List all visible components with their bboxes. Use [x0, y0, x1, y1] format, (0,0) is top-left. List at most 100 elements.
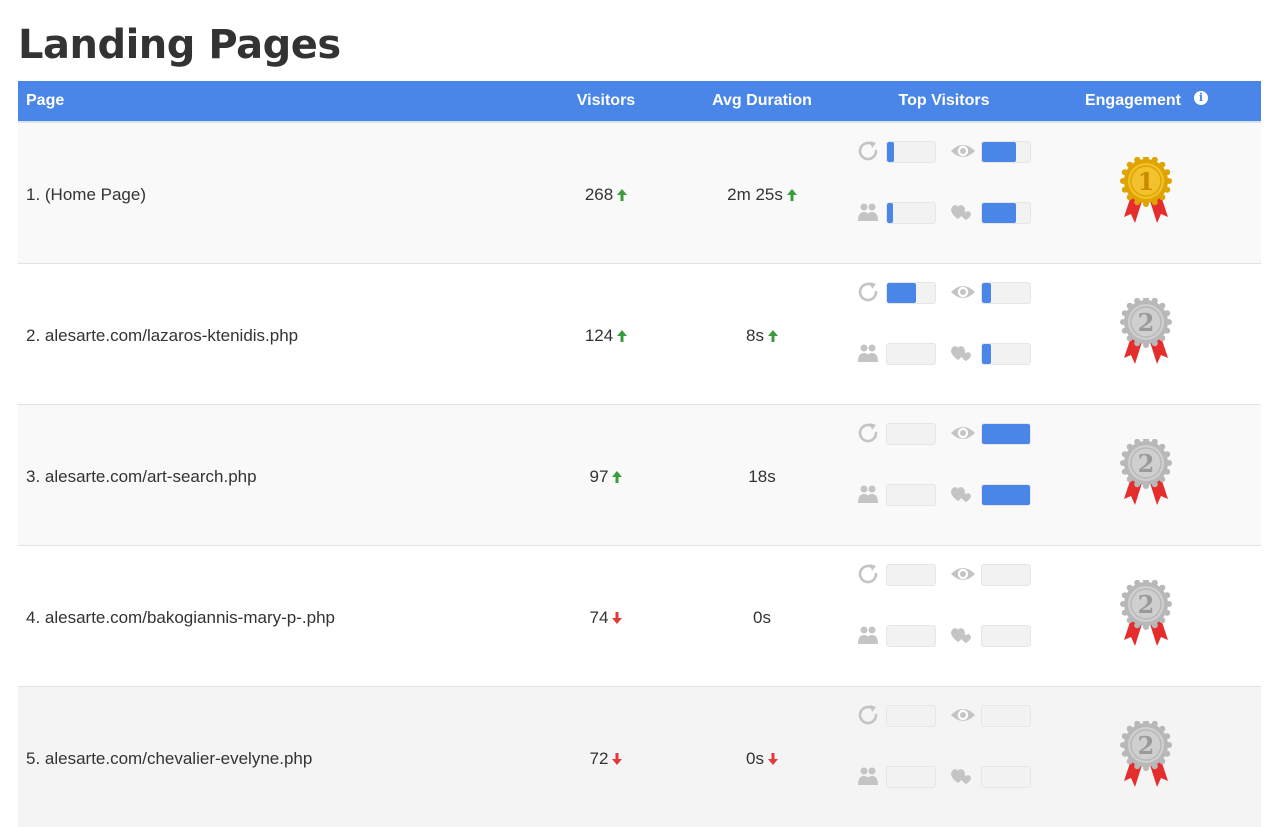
trend-up-icon: [617, 186, 628, 206]
top-visitors-bar-returning: [886, 282, 936, 304]
page-url[interactable]: 1. (Home Page): [26, 185, 146, 205]
top-visitors-bar-people: [886, 343, 936, 365]
top-visitors-bar-people: [886, 484, 936, 506]
bar-fill: [982, 485, 1030, 505]
people-icon: [856, 482, 880, 506]
top-visitors-bar-people: [886, 202, 936, 224]
engagement-medal-icon: 2: [1120, 578, 1172, 650]
avg-duration-value: 2m 25s: [698, 185, 826, 206]
svg-text:2: 2: [1138, 449, 1155, 478]
people-icon: [856, 623, 880, 647]
page-title: Landing Pages: [18, 22, 341, 68]
column-header-engagement[interactable]: Engagement: [1078, 92, 1188, 110]
avg-duration-value: 8s: [698, 326, 826, 347]
duration-text: 18s: [748, 467, 776, 486]
heart-icon: [950, 200, 974, 224]
top-visitors-bar-returning: [886, 141, 936, 163]
avg-duration-value: 0s: [698, 749, 826, 770]
eye-icon: [950, 280, 975, 304]
heart-icon: [950, 341, 974, 365]
top-visitors-bar-views: [981, 141, 1031, 163]
duration-text: 2m 25s: [727, 185, 783, 204]
visitors-value: 74: [558, 608, 654, 629]
bar-fill: [982, 283, 991, 303]
duration-text: 0s: [746, 749, 764, 768]
table-row[interactable]: 1. (Home Page) 268 2m 25s 1: [18, 123, 1261, 264]
top-visitors-bar-people: [886, 766, 936, 788]
bar-fill: [982, 344, 991, 364]
visitors-value: 97: [558, 467, 654, 488]
page-url[interactable]: 3. alesarte.com/art-search.php: [26, 467, 257, 487]
refresh-icon: [856, 421, 880, 445]
column-header-page[interactable]: Page: [26, 92, 64, 110]
bar-fill: [982, 203, 1016, 223]
eye-icon: [950, 703, 975, 727]
engagement-medal-icon: 2: [1120, 437, 1172, 509]
people-icon: [856, 764, 880, 788]
table-header: Page Visitors Avg Duration Top Visitors …: [18, 81, 1261, 123]
engagement-medal-icon: 2: [1120, 296, 1172, 368]
top-visitors-bar-views: [981, 705, 1031, 727]
table-row[interactable]: 4. alesarte.com/bakogiannis-mary-p-.php 7…: [18, 546, 1261, 687]
heart-icon: [950, 623, 974, 647]
top-visitors-bar-returning: [886, 423, 936, 445]
visitors-value: 124: [558, 326, 654, 347]
visitors-value: 72: [558, 749, 654, 770]
people-icon: [856, 200, 880, 224]
table-row[interactable]: 5. alesarte.com/chevalier-evelyne.php 72 0…: [18, 687, 1261, 827]
bar-fill: [982, 142, 1016, 162]
page-url[interactable]: 5. alesarte.com/chevalier-evelyne.php: [26, 749, 312, 769]
bar-fill: [887, 203, 893, 223]
visitors-count: 72: [589, 749, 609, 768]
table-row[interactable]: 3. alesarte.com/art-search.php 97 18s 2: [18, 405, 1261, 546]
eye-icon: [950, 421, 975, 445]
trend-up-icon: [786, 186, 797, 206]
info-icon[interactable]: i: [1194, 91, 1208, 105]
trend-up-icon: [767, 327, 778, 347]
top-visitors-bar-views: [981, 282, 1031, 304]
eye-icon: [950, 562, 975, 586]
top-visitors-bar-loyal: [981, 202, 1031, 224]
trend-down-icon: [612, 609, 623, 629]
trend-up-icon: [612, 468, 623, 488]
people-icon: [856, 341, 880, 365]
svg-text:2: 2: [1138, 308, 1155, 337]
top-visitors-bar-loyal: [981, 625, 1031, 647]
avg-duration-value: 0s: [698, 608, 826, 628]
bar-fill: [887, 283, 916, 303]
svg-text:1: 1: [1138, 167, 1155, 196]
table-row[interactable]: 2. alesarte.com/lazaros-ktenidis.php 124 8…: [18, 264, 1261, 405]
visitors-count: 97: [589, 467, 609, 486]
heart-icon: [950, 482, 974, 506]
top-visitors-bar-returning: [886, 564, 936, 586]
top-visitors-bar-loyal: [981, 484, 1031, 506]
visitors-count: 268: [584, 185, 614, 204]
engagement-medal-icon: 2: [1120, 719, 1172, 791]
duration-text: 8s: [746, 326, 764, 345]
visitors-count: 74: [589, 608, 609, 627]
trend-up-icon: [617, 327, 628, 347]
eye-icon: [950, 139, 975, 163]
top-visitors-bar-loyal: [981, 343, 1031, 365]
visitors-value: 268: [558, 185, 654, 206]
svg-text:2: 2: [1138, 590, 1155, 619]
page-url[interactable]: 2. alesarte.com/lazaros-ktenidis.php: [26, 326, 298, 346]
duration-text: 0s: [753, 608, 771, 627]
column-header-top-visitors: Top Visitors: [898, 92, 990, 109]
column-header-visitors[interactable]: Visitors: [558, 92, 654, 110]
bar-fill: [887, 142, 894, 162]
column-header-avg-duration[interactable]: Avg Duration: [698, 92, 826, 110]
avg-duration-value: 18s: [698, 467, 826, 487]
trend-down-icon: [767, 750, 778, 770]
refresh-icon: [856, 703, 880, 727]
visitors-count: 124: [584, 326, 614, 345]
refresh-icon: [856, 562, 880, 586]
heart-icon: [950, 764, 974, 788]
refresh-icon: [856, 280, 880, 304]
top-visitors-bar-returning: [886, 705, 936, 727]
refresh-icon: [856, 139, 880, 163]
top-visitors-bar-loyal: [981, 766, 1031, 788]
table-body: 1. (Home Page) 268 2m 25s 1 2. alesarte.com/…: [18, 123, 1261, 827]
page-url[interactable]: 4. alesarte.com/bakogiannis-mary-p-.php: [26, 608, 335, 628]
engagement-medal-icon: 1: [1120, 155, 1172, 227]
